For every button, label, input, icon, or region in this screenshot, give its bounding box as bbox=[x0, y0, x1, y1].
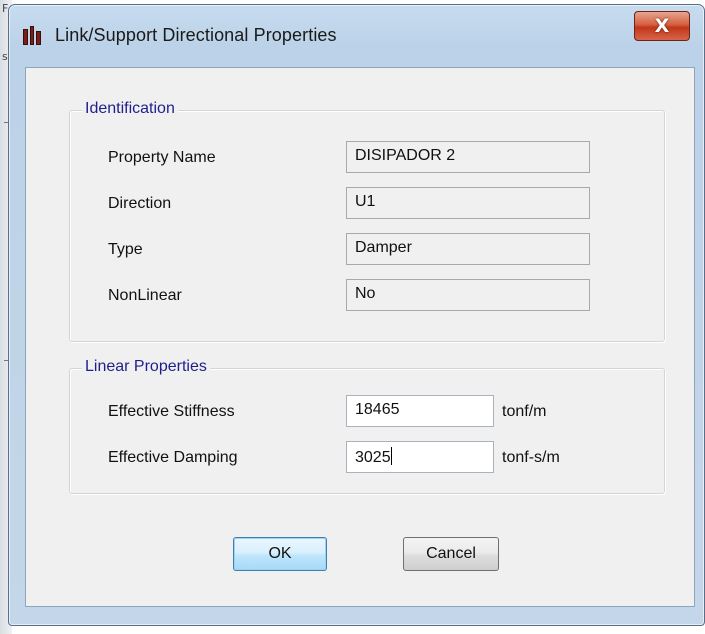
close-button[interactable]: X bbox=[634, 11, 690, 41]
effective-stiffness-input[interactable]: 18465 bbox=[346, 395, 494, 427]
close-icon: X bbox=[654, 15, 670, 37]
dialog-window: Link/Support Directional Properties X Id… bbox=[8, 4, 705, 626]
effective-stiffness-value: 18465 bbox=[355, 401, 400, 418]
direction-label: Direction bbox=[108, 195, 172, 212]
ok-button-label: OK bbox=[268, 545, 292, 562]
linear-properties-group-title: Linear Properties bbox=[82, 358, 210, 376]
effective-damping-label: Effective Damping bbox=[108, 449, 238, 466]
property-name-label: Property Name bbox=[108, 149, 216, 166]
direction-field: U1 bbox=[346, 187, 590, 219]
ok-button[interactable]: OK bbox=[233, 537, 327, 571]
effective-damping-value: 3025 bbox=[355, 449, 391, 466]
nonlinear-field: No bbox=[346, 279, 590, 311]
effective-stiffness-unit: tonf/m bbox=[502, 403, 547, 420]
linear-properties-group: Linear Properties Effective Stiffness 18… bbox=[69, 358, 665, 494]
type-label: Type bbox=[108, 241, 143, 258]
cancel-button[interactable]: Cancel bbox=[403, 537, 499, 571]
sap-app-icon bbox=[23, 26, 42, 45]
window-title: Link/Support Directional Properties bbox=[55, 25, 337, 45]
property-name-field: DISIPADOR 2 bbox=[346, 141, 590, 173]
background-text: s bbox=[2, 50, 8, 63]
nonlinear-label: NonLinear bbox=[108, 287, 182, 304]
type-field: Damper bbox=[346, 233, 590, 265]
identification-group-title: Identification bbox=[82, 100, 178, 118]
text-caret bbox=[390, 447, 392, 465]
cancel-button-label: Cancel bbox=[426, 545, 476, 562]
effective-damping-unit: tonf-s/m bbox=[502, 449, 560, 466]
effective-damping-input[interactable]: 3025 bbox=[346, 441, 494, 473]
identification-group: Identification Property Name DISIPADOR 2… bbox=[69, 100, 665, 342]
dialog-body: Identification Property Name DISIPADOR 2… bbox=[25, 67, 695, 607]
title-bar[interactable]: Link/Support Directional Properties X bbox=[9, 5, 704, 63]
effective-stiffness-label: Effective Stiffness bbox=[108, 403, 235, 420]
